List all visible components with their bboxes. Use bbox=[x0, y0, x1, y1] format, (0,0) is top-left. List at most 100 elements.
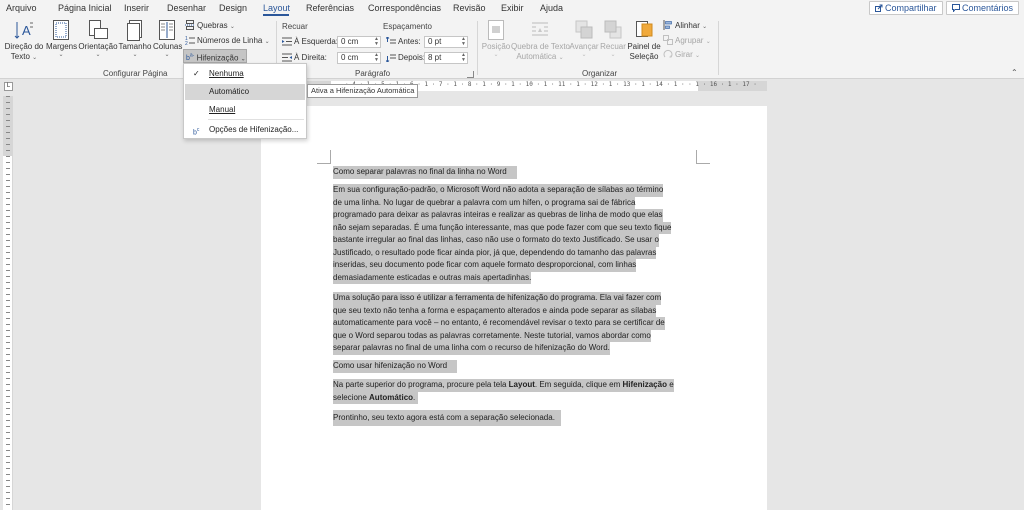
checkmark-icon: ✓ bbox=[193, 69, 200, 78]
tab-layout[interactable]: Layout bbox=[263, 3, 290, 13]
group-label-arrange: Organizar bbox=[582, 69, 618, 78]
hyphenation-label: Hifenização bbox=[196, 53, 239, 63]
vertical-ruler[interactable] bbox=[3, 96, 13, 510]
hyphenation-button[interactable]: ba- Hifenização ⌄ bbox=[183, 49, 247, 63]
line-numbers-button[interactable]: 1 2 Números de Linha ⌄ bbox=[185, 35, 270, 48]
share-button[interactable]: Compartilhar bbox=[869, 1, 943, 15]
doc-line: separar palavras no final de uma linha c… bbox=[333, 342, 610, 355]
doc-paragraph-3[interactable]: Na parte superior do programa, procure p… bbox=[333, 379, 674, 404]
horizontal-ruler[interactable]: · 4 · 1 · 5 · 1 · 6 · 1 · 7 · 1 · 8 · 1 … bbox=[0, 80, 1024, 92]
indent-header: Recuar bbox=[282, 22, 308, 31]
position-label: Posição bbox=[481, 42, 511, 51]
doc-heading-1[interactable]: Como separar palavras no final da linha … bbox=[333, 166, 517, 179]
doc-line: demasiadamente esticadas e outras mais a… bbox=[333, 271, 532, 284]
tab-pagina-inicial[interactable]: Página Inicial bbox=[58, 3, 112, 13]
group-separator bbox=[477, 21, 478, 75]
spinner-arrows-icon[interactable]: ▲ ▼ bbox=[461, 37, 466, 47]
send-backward-button[interactable]: Recuar ⌄ bbox=[599, 19, 627, 59]
orientation-button[interactable]: Orientação ⌄ bbox=[78, 19, 118, 59]
doc-line: Em sua configuração-padrão, o Microsoft … bbox=[333, 184, 664, 197]
tab-correspondencias[interactable]: Correspondências bbox=[368, 3, 441, 13]
position-icon bbox=[488, 20, 504, 40]
send-backward-icon bbox=[604, 20, 622, 39]
breaks-button[interactable]: Quebras ⌄ bbox=[185, 20, 235, 33]
spacing-after-label: Depois: bbox=[385, 52, 425, 64]
spacing-after-input[interactable]: 8 pt ▲ ▼ bbox=[424, 52, 468, 64]
menu-item-nenhuma[interactable]: ✓ Nenhuma bbox=[185, 66, 305, 82]
indent-right-input[interactable]: 0 cm ▲ ▼ bbox=[337, 52, 381, 64]
menu-item-manual[interactable]: Manual bbox=[185, 102, 305, 118]
selection-pane-button[interactable]: Painel de Seleção bbox=[627, 19, 661, 62]
share-label: Compartilhar bbox=[885, 3, 937, 13]
tooltip: Ativa a Hifenização Automática bbox=[307, 84, 419, 98]
selection-pane-label-1: Painel de bbox=[627, 42, 661, 51]
document-page[interactable]: Como separar palavras no final da linha … bbox=[261, 106, 767, 510]
bring-forward-label: Avançar bbox=[569, 42, 599, 51]
line-numbers-icon: 12 bbox=[185, 36, 195, 47]
tab-desenhar[interactable]: Desenhar bbox=[167, 3, 206, 13]
wrap-text-label-2: Automática bbox=[516, 52, 557, 61]
comments-button[interactable]: Comentários bbox=[946, 1, 1020, 15]
margins-label: Margens bbox=[46, 42, 78, 51]
rotate-label: Girar bbox=[675, 50, 693, 59]
bring-forward-button[interactable]: Avançar ⌄ bbox=[569, 19, 599, 59]
columns-button[interactable]: Colunas ⌄ bbox=[153, 19, 182, 59]
tab-exibir[interactable]: Exibir bbox=[501, 3, 524, 13]
tab-revisao[interactable]: Revisão bbox=[453, 3, 486, 13]
align-button[interactable]: Alinhar ⌄ bbox=[663, 20, 707, 33]
margins-button[interactable]: Margens ⌄ bbox=[46, 19, 78, 59]
comments-label: Comentários bbox=[962, 3, 1014, 13]
svg-text:A: A bbox=[22, 23, 31, 38]
text-direction-label-1: Direção do bbox=[4, 42, 44, 51]
doc-paragraph-4[interactable]: Prontinho, seu texto agora está com a se… bbox=[333, 410, 561, 426]
collapse-ribbon-icon[interactable]: ⌃ bbox=[1011, 68, 1018, 77]
ribbon: A Direção do Texto ⌄ Margens ⌄ Orientaçã… bbox=[0, 16, 1024, 79]
tab-inserir[interactable]: Inserir bbox=[124, 3, 149, 13]
bring-forward-icon bbox=[575, 20, 593, 39]
spinner-arrows-icon[interactable]: ▲ ▼ bbox=[374, 37, 379, 47]
tab-referencias[interactable]: Referências bbox=[306, 3, 354, 13]
group-button[interactable]: Agrupar ⌄ bbox=[663, 35, 711, 48]
spinner-arrows-icon[interactable]: ▲ ▼ bbox=[374, 53, 379, 63]
doc-line: Justificado, o resultado pode ficar aind… bbox=[333, 246, 657, 259]
menu-item-automatico[interactable]: Automático bbox=[185, 84, 305, 100]
spacing-before-icon bbox=[385, 36, 396, 44]
line-numbers-label: Números de Linha bbox=[197, 36, 263, 45]
menu-bar: Arquivo Página Inicial Inserir Desenhar … bbox=[0, 0, 1024, 16]
group-label-paragraph: Parágrafo bbox=[355, 69, 391, 78]
align-label: Alinhar bbox=[675, 21, 700, 30]
doc-paragraph-2[interactable]: Uma solução para isso é utilizar a ferra… bbox=[333, 292, 665, 355]
send-backward-label: Recuar bbox=[600, 42, 626, 51]
align-icon bbox=[663, 20, 672, 30]
spacing-before-input[interactable]: 0 pt ▲ ▼ bbox=[424, 36, 468, 48]
tab-ajuda[interactable]: Ajuda bbox=[540, 3, 563, 13]
tab-design[interactable]: Design bbox=[219, 3, 247, 13]
wrap-text-button[interactable]: Quebra de Texto Automática ⌄ bbox=[511, 19, 570, 63]
group-label: Agrupar bbox=[675, 36, 704, 45]
doc-line: Uma solução para isso é utilizar a ferra… bbox=[333, 292, 662, 305]
text-direction-button[interactable]: A Direção do Texto ⌄ bbox=[4, 19, 44, 63]
indent-left-input[interactable]: 0 cm ▲ ▼ bbox=[337, 36, 381, 48]
menu-item-hyphenation-options[interactable]: bc Opções de Hifenização... bbox=[185, 122, 305, 138]
spinner-arrows-icon[interactable]: ▲ ▼ bbox=[461, 53, 466, 63]
spacing-after-value: 8 pt bbox=[428, 53, 442, 62]
rotate-button[interactable]: Girar ⌄ bbox=[663, 49, 700, 62]
indent-left-label: À Esquerda: bbox=[282, 36, 338, 48]
paragraph-launcher-icon[interactable] bbox=[467, 71, 474, 78]
hyphenation-options-icon: bc bbox=[193, 127, 200, 137]
doc-heading-2[interactable]: Como usar hifenização no Word bbox=[333, 360, 458, 373]
selection-pane-label-2: Seleção bbox=[629, 52, 659, 61]
indent-right-icon bbox=[282, 53, 292, 62]
tab-arquivo[interactable]: Arquivo bbox=[6, 3, 37, 13]
svg-text:2: 2 bbox=[185, 41, 188, 45]
tab-selector[interactable]: L bbox=[4, 82, 13, 91]
position-button[interactable]: Posição ⌄ bbox=[481, 19, 511, 59]
indent-left-value: 0 cm bbox=[341, 37, 359, 46]
group-separator bbox=[718, 21, 719, 75]
doc-line: não sejam separadas. É uma função intere… bbox=[333, 221, 672, 234]
doc-line: bastante irregular ao final das linhas, … bbox=[333, 234, 659, 247]
size-button[interactable]: Tamanho ⌄ bbox=[118, 19, 152, 59]
doc-paragraph-1[interactable]: Em sua configuração-padrão, o Microsoft … bbox=[333, 184, 672, 284]
menu-separator bbox=[208, 119, 304, 120]
indent-right-value: 0 cm bbox=[341, 53, 359, 62]
